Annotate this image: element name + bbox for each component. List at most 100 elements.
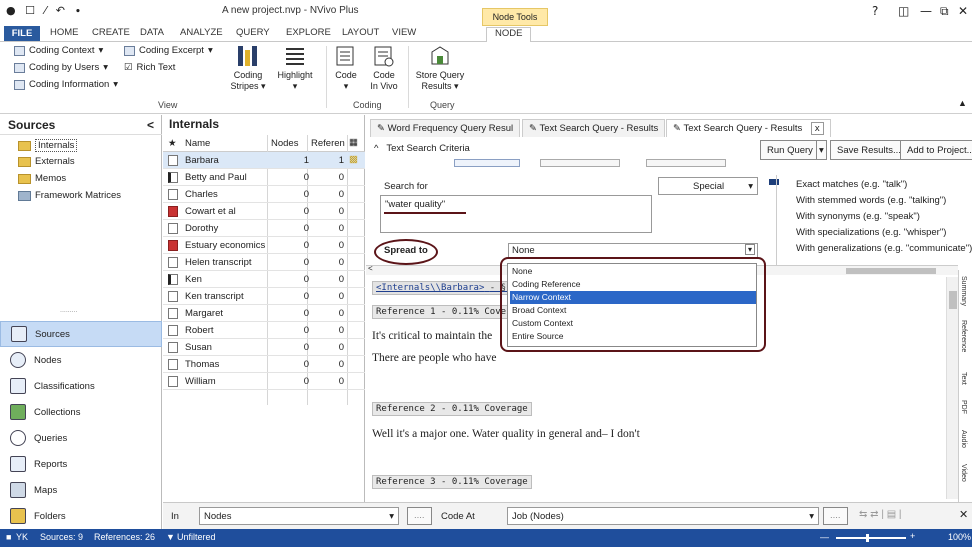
restore-icon[interactable]: ⧉ [940, 4, 949, 19]
side-tab-text[interactable]: Text [960, 372, 967, 385]
collapse-ribbon-icon[interactable]: ▲ [958, 98, 967, 108]
folder-icon [18, 140, 31, 151]
tab-text-search-query-2[interactable]: ✎ Text Search Query - Results x [666, 119, 831, 137]
in-dropdown[interactable]: Nodes ▾ [199, 507, 399, 525]
zoom-in-icon[interactable]: + [910, 531, 915, 541]
result-text-1: It's critical to maintain the [372, 330, 493, 342]
nav-folders[interactable]: Folders [0, 503, 162, 529]
side-tab-audio[interactable]: Audio [960, 430, 967, 448]
code-at-dropdown[interactable]: Job (Nodes) ▾ [507, 507, 819, 525]
hidden-button-1[interactable] [454, 159, 520, 167]
save-results-button[interactable]: Save Results... [830, 140, 908, 160]
side-tab-reference[interactable]: Reference [960, 320, 967, 352]
nav-nodes[interactable]: Nodes [0, 347, 162, 373]
help-button[interactable]: ? [872, 4, 878, 18]
collapse-chevron-icon[interactable]: < [147, 118, 154, 132]
zoom-slider[interactable] [836, 537, 906, 539]
tab-text-search-query-1[interactable]: ✎ Text Search Query - Results [522, 119, 666, 137]
sidebar-item-framework-matrices[interactable]: Framework Matrices [18, 190, 121, 201]
tab-layout[interactable]: LAYOUT [342, 27, 379, 38]
tab-home[interactable]: HOME [50, 27, 79, 38]
ribbon-display-icon[interactable]: ◫ [898, 4, 909, 18]
table-row[interactable]: William 0 0 [163, 373, 365, 390]
vertical-scrollbar[interactable] [946, 277, 958, 499]
option-specializations[interactable]: With specializations (e.g. "whisper") [796, 227, 946, 238]
table-row[interactable]: Dorothy 0 0 [163, 220, 365, 237]
zoom-out-icon[interactable]: — [820, 532, 829, 542]
sidebar-item-externals[interactable]: Externals [18, 156, 75, 167]
table-row[interactable]: Betty and Paul 0 0 [163, 169, 365, 186]
nav-sources[interactable]: Sources [0, 321, 162, 347]
tab-explore[interactable]: EXPLORE [286, 27, 331, 38]
column-header-name[interactable]: Name [185, 138, 210, 149]
nav-collections[interactable]: Collections [0, 399, 162, 425]
table-row[interactable]: Ken 0 0 [163, 271, 365, 288]
reference-label-3: Reference 3 - 0.11% Coverage [372, 475, 532, 489]
rich-text-checkbox[interactable]: ☑ Rich Text [124, 62, 175, 73]
option-exact-matches[interactable]: Exact matches (e.g. "talk") [796, 179, 907, 190]
table-row[interactable]: Cowart et al 0 0 [163, 203, 365, 220]
nav-queries[interactable]: Queries [0, 425, 162, 451]
option-generalizations[interactable]: With generalizations (e.g. "communicate"… [796, 243, 972, 254]
table-row[interactable]: Charles 0 0 [163, 186, 365, 203]
coding-stripes-button[interactable]: Coding Stripes ▾ [228, 44, 268, 92]
table-row[interactable]: Robert 0 0 [163, 322, 365, 339]
run-query-button[interactable]: Run Query [760, 140, 820, 160]
option-synonyms[interactable]: With synonyms (e.g. "speak") [796, 211, 920, 222]
close-tab-button[interactable]: x [810, 122, 824, 135]
special-dropdown[interactable]: Special ▾ [658, 177, 758, 195]
close-button[interactable]: ✕ [958, 4, 968, 18]
zoom-slider-thumb[interactable] [866, 534, 869, 542]
tab-word-frequency-query[interactable]: ✎ Word Frequency Query Resul [370, 119, 521, 137]
nav-reports[interactable]: Reports [0, 451, 162, 477]
scroll-thumb[interactable] [846, 268, 936, 274]
minimize-button[interactable]: — [920, 4, 932, 18]
quick-access-toolbar[interactable]: ● ☐ ⁄ ↶ ∙ [6, 4, 84, 17]
highlight-button[interactable]: Highlight ▾ [272, 44, 318, 92]
tab-create[interactable]: CREATE [92, 27, 130, 38]
tab-file[interactable]: FILE [4, 26, 40, 41]
tab-query[interactable]: QUERY [236, 27, 270, 38]
code-button[interactable]: Code ▾ [330, 44, 362, 92]
sidebar-item-internals[interactable]: Internals [18, 139, 78, 152]
side-tab-pdf[interactable]: PDF [960, 400, 967, 414]
store-query-results-button[interactable]: Store Query Results ▾ [412, 44, 468, 92]
tab-data[interactable]: DATA [140, 27, 164, 38]
tab-analyze[interactable]: ANALYZE [180, 27, 223, 38]
coding-by-users-button[interactable]: Coding by Users ▾ [14, 62, 108, 73]
splitter-handle[interactable]: ......... [60, 307, 78, 314]
scroll-thumb[interactable] [949, 291, 957, 309]
nav-maps[interactable]: Maps [0, 477, 162, 503]
coding-context-button[interactable]: Coding Context ▾ [14, 45, 103, 56]
run-query-dropdown[interactable]: ▾ [816, 140, 827, 160]
slider-track[interactable] [776, 175, 777, 265]
coding-excerpt-button[interactable]: Coding Excerpt ▾ [124, 45, 213, 56]
coding-information-button[interactable]: Coding Information ▾ [14, 79, 118, 90]
table-row[interactable]: Margaret 0 0 [163, 305, 365, 322]
side-tab-summary[interactable]: Summary [960, 276, 967, 306]
browse-button[interactable]: .... [407, 507, 432, 525]
hidden-button-3[interactable] [646, 159, 726, 167]
table-row[interactable]: Thomas 0 0 [163, 356, 365, 373]
table-row[interactable]: Barbara 1 1 ▩ [163, 152, 365, 169]
table-row[interactable]: Ken transcript 0 0 [163, 288, 365, 305]
column-header-nodes[interactable]: Nodes [271, 138, 298, 149]
column-header-references[interactable]: Referen [311, 138, 345, 149]
hidden-button-2[interactable] [540, 159, 620, 167]
option-stemmed-words[interactable]: With stemmed words (e.g. "talking") [796, 195, 946, 206]
tab-node[interactable]: NODE [486, 27, 532, 43]
coding-actions-icons[interactable]: ⇆ ⇄ | ▤ | [859, 509, 902, 520]
tab-view[interactable]: VIEW [392, 27, 416, 38]
search-for-field[interactable]: "water quality" [380, 195, 652, 233]
nav-classifications[interactable]: Classifications [0, 373, 162, 399]
browse-button[interactable]: .... [823, 507, 848, 525]
close-coding-bar-icon[interactable]: ✕ [959, 508, 968, 521]
table-row[interactable]: Susan 0 0 [163, 339, 365, 356]
table-row[interactable]: Estuary economics 0 0 [163, 237, 365, 254]
criteria-header[interactable]: ^ Text Search Criteria [374, 143, 470, 154]
sidebar-item-memos[interactable]: Memos [18, 173, 66, 184]
code-in-vivo-button[interactable]: Code In Vivo [366, 44, 402, 92]
table-row[interactable]: Helen transcript 0 0 [163, 254, 365, 271]
add-to-project-button[interactable]: Add to Project... [900, 140, 972, 160]
side-tab-video[interactable]: Video [960, 464, 967, 482]
